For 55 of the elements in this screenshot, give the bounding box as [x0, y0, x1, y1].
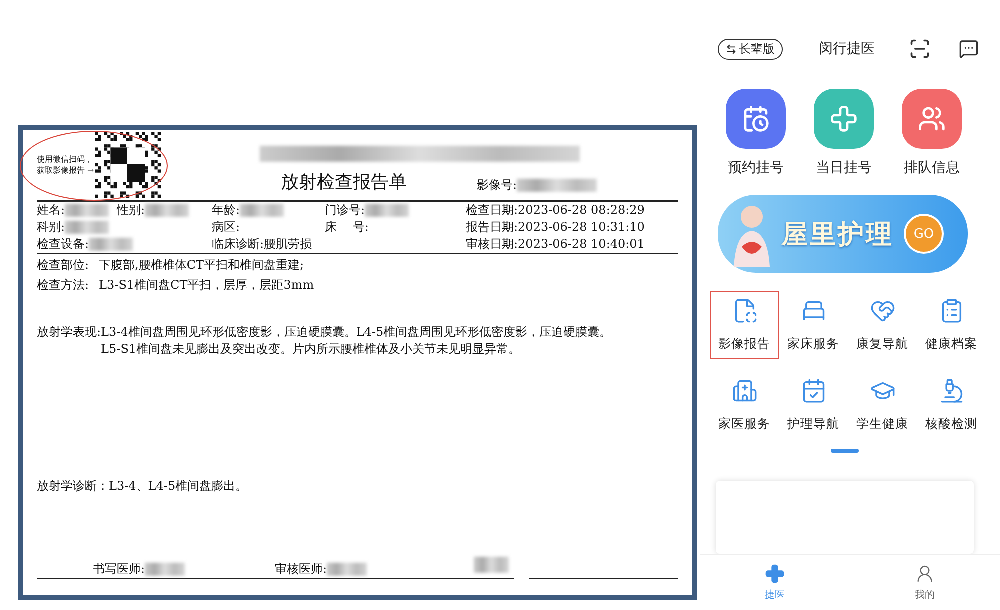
calendar-clock-icon [742, 105, 770, 133]
person-icon [915, 564, 935, 584]
field-label: 放射学表现: [37, 324, 102, 341]
redacted-signature [474, 557, 510, 573]
field-label: 书写医师: [93, 561, 146, 578]
calendar-clock-tile[interactable] [726, 89, 786, 149]
service-item[interactable]: 核酸检测 [917, 371, 986, 439]
field-value: L3-S1椎间盘CT平扫，层厚，层距3mm [99, 277, 314, 294]
tile-label[interactable]: 当日挂号 [816, 159, 872, 177]
cross-icon [830, 105, 858, 133]
cross-tile[interactable] [814, 89, 874, 149]
app-title: 闵行捷医 [819, 40, 875, 58]
field-label: 病区: [212, 218, 240, 236]
page-indicator [831, 449, 859, 453]
cross-icon [765, 564, 785, 584]
field-value: 下腹部,腰椎椎体CT平扫和椎间盘重建; [99, 257, 304, 274]
findings-text: L3-4椎间盘周围见环形低密度影，压迫硬膜囊。L4-5椎间盘周围见环形低密度影，压迫硬膜囊。L5-S1椎间盘未见膨出及突出改变。片内所示腰椎椎体及小关节未见明显异常。 [101, 324, 613, 358]
service-item[interactable]: 护理导航 [779, 371, 848, 439]
service-item[interactable]: 健康档案 [917, 291, 986, 359]
field-label: 报告日期:2023-06-28 10:31:10 [466, 218, 645, 236]
service-item[interactable]: 康复导航 [848, 291, 917, 359]
qr-code [95, 132, 161, 198]
tile-label[interactable]: 预约挂号 [728, 159, 784, 177]
banner-text: 屋里护理 [782, 218, 894, 252]
field-label: 检查部位: [37, 257, 90, 274]
field-label: 影像号: [477, 177, 518, 194]
field-label: 门诊号: [325, 202, 366, 218]
diagnosis-text: 放射学诊断：L3-4、L4-5椎间盘膨出。 [37, 478, 249, 495]
people-tile[interactable] [902, 89, 962, 149]
field-label: 姓名: [37, 202, 66, 218]
report-title: 放射检查报告单 [281, 171, 407, 194]
scan-button[interactable] [909, 38, 931, 60]
field-label: 审核医师: [275, 561, 328, 578]
field-label: 床 号: [325, 218, 369, 236]
calendar-icon [800, 378, 826, 404]
tile-label[interactable]: 排队信息 [904, 159, 960, 177]
field-label: 科别: [37, 218, 66, 236]
field-label: 检查方法: [37, 277, 90, 294]
hospital-icon [732, 378, 758, 404]
people-icon [918, 105, 946, 133]
service-item[interactable]: 学生健康 [848, 371, 917, 439]
service-item[interactable]: 家床服务 [779, 291, 848, 359]
swap-icon [726, 44, 737, 54]
microscope-icon [938, 378, 964, 404]
service-item[interactable]: 家医服务 [710, 371, 779, 439]
elder-mode-button[interactable]: 长辈版 [718, 38, 783, 60]
field-label: 审核日期:2023-06-28 10:40:01 [466, 236, 645, 252]
field-label: 年龄: [212, 202, 240, 218]
field-label: 检查设备: [37, 236, 90, 252]
message-button[interactable] [959, 39, 979, 59]
field-label: 检查日期:2023-06-28 08:28:29 [466, 202, 645, 218]
qr-caption: 使用微信扫码，获取影像报告 → [37, 154, 95, 176]
field-label: 性别: [117, 202, 146, 218]
service-item[interactable]: 影像报告 [710, 291, 779, 359]
field-label: 临床诊断:腰肌劳损 [212, 236, 312, 252]
